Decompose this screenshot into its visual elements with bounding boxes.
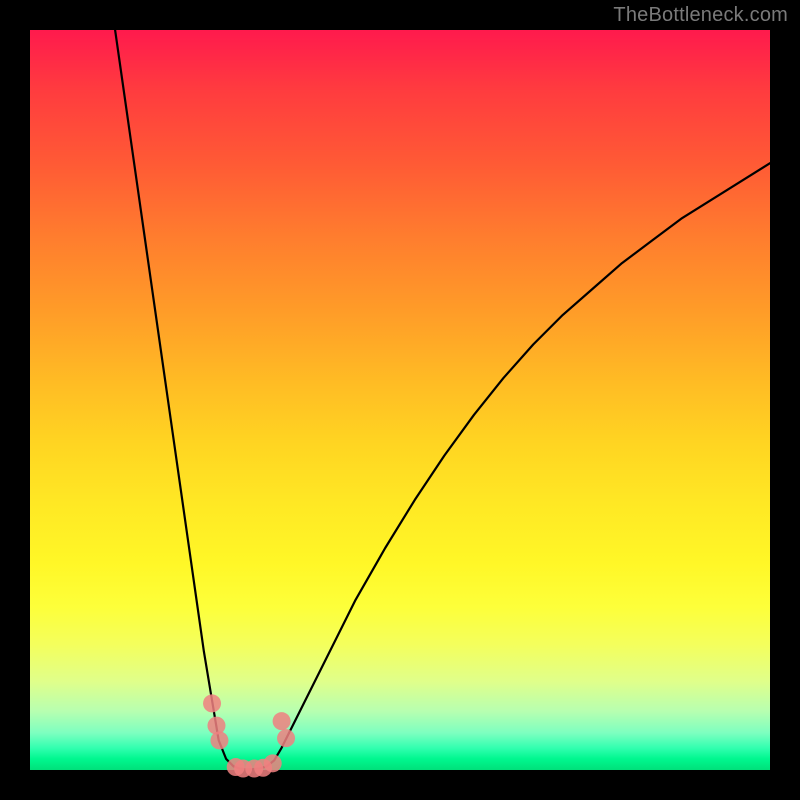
curve-left-branch xyxy=(115,30,233,766)
data-marker xyxy=(277,729,295,747)
curve-layer xyxy=(30,30,770,770)
chart-frame: TheBottleneck.com xyxy=(0,0,800,800)
data-marker xyxy=(207,717,225,735)
curve-right-branch xyxy=(289,163,770,733)
data-marker xyxy=(273,712,291,730)
watermark-text: TheBottleneck.com xyxy=(613,4,788,27)
plot-area xyxy=(30,30,770,770)
data-marker xyxy=(264,754,282,772)
data-marker xyxy=(203,694,221,712)
data-markers xyxy=(203,694,295,777)
data-marker xyxy=(210,731,228,749)
